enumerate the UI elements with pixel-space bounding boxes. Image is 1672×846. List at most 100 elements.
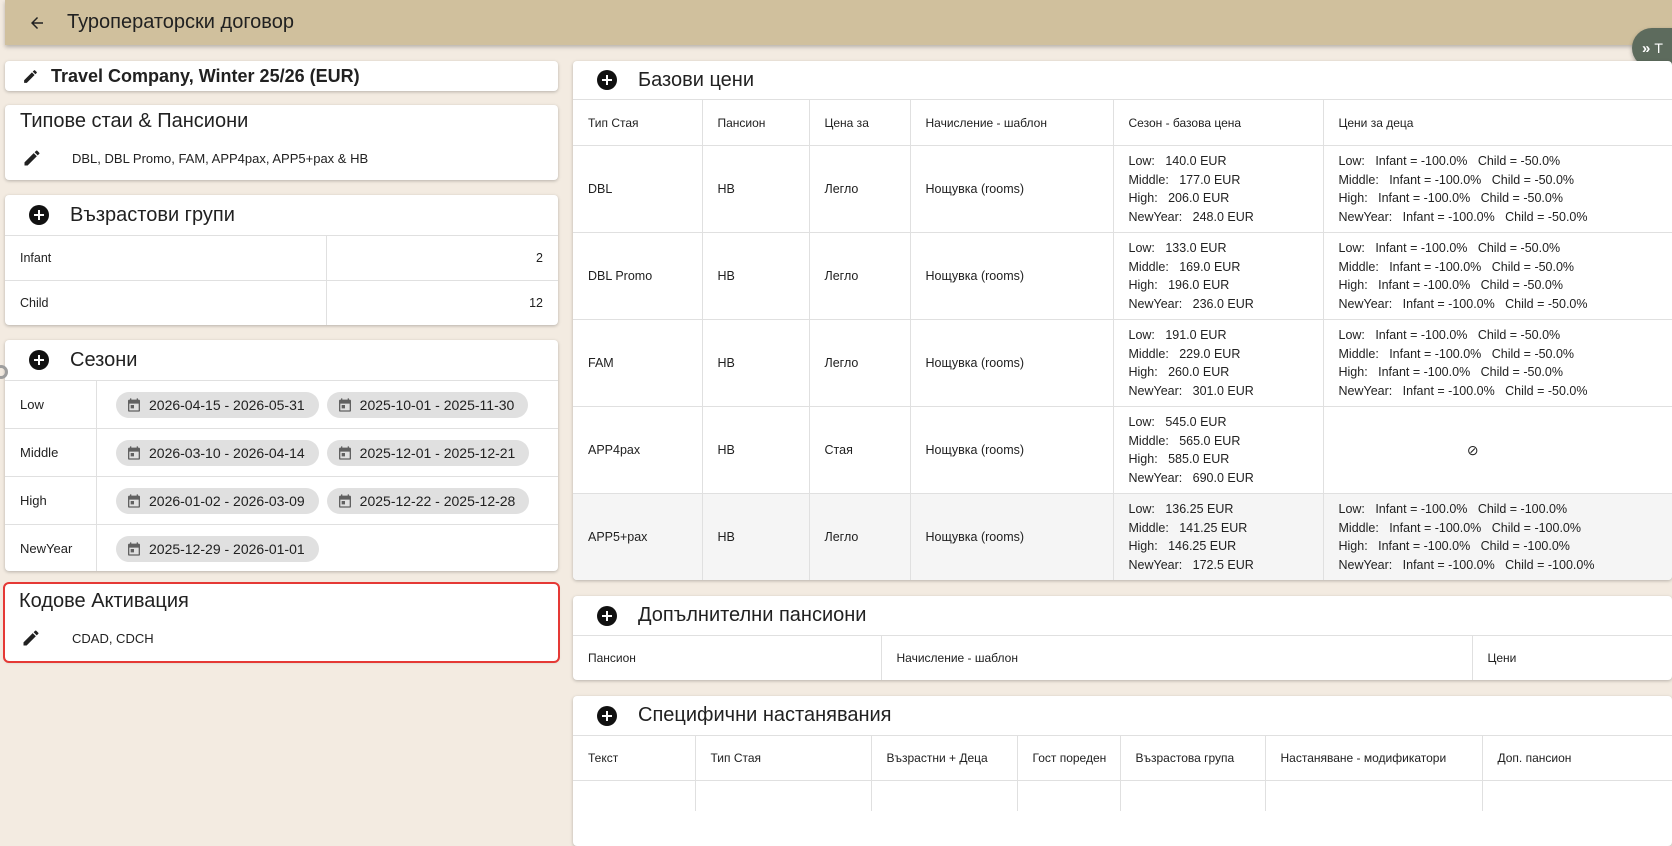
room-types-card: Типове стаи & Пансиони DBL, DBL Promo, F…	[5, 105, 558, 180]
template-cell: Нощувка (rooms)	[910, 232, 1114, 320]
price-for-cell: Стая	[809, 406, 911, 494]
add-circle-icon[interactable]	[29, 205, 49, 225]
edit-icon[interactable]	[22, 148, 42, 168]
seasons-card: Сезони Low 2026-04-15 - 2026-05-31 2025-…	[5, 340, 558, 571]
season-price-line: NewYear: 690.0 EUR	[1128, 470, 1254, 485]
child-price-line: NewYear: Infant = -100.0% Child = -100.0…	[1338, 557, 1595, 572]
table-header-row: Пансион Начисление - шаблон Цени	[573, 635, 1672, 680]
date-range-label: 2025-12-22 - 2025-12-28	[359, 492, 516, 509]
table-row[interactable]: APP5+pax HB Легло Нощувка (rooms) Low: 1…	[573, 493, 1672, 580]
table-row[interactable]: DBL HB Легло Нощувка (rooms) Low: 140.0 …	[573, 145, 1672, 233]
board-cell: HB	[702, 145, 810, 233]
season-price-line: NewYear: 236.0 EUR	[1128, 296, 1254, 311]
calendar-icon	[338, 445, 351, 460]
price-for-cell: Легло	[809, 319, 911, 407]
date-range-label: 2026-04-15 - 2026-05-31	[149, 396, 305, 413]
edit-icon[interactable]	[21, 628, 41, 648]
table-row[interactable]	[573, 780, 1672, 811]
specific-accommodations-title: Специфични настанявания	[638, 704, 892, 726]
date-range-chip[interactable]: 2025-10-01 - 2025-11-30	[326, 391, 529, 418]
table-cell	[1120, 780, 1266, 811]
child-price-line: Middle: Infant = -100.0% Child = -50.0%	[1338, 172, 1575, 187]
season-price-line: High: 260.0 EUR	[1128, 365, 1230, 379]
child-price-line: Low: Infant = -100.0% Child = -50.0%	[1338, 328, 1561, 342]
season-prices-cell: Low: 140.0 EUR Middle: 177.0 EUR High: 206…	[1113, 145, 1324, 233]
child-price-line: Low: Infant = -100.0% Child = -100.0%	[1338, 502, 1568, 517]
date-range-chip[interactable]: 2026-01-02 - 2026-03-09	[116, 487, 319, 514]
date-range-chip[interactable]: 2025-12-29 - 2026-01-01	[116, 535, 319, 562]
calendar-icon	[128, 445, 140, 460]
child-price-line: High: Infant = -100.0% Child = -50.0%	[1338, 365, 1563, 379]
age-group-value: 12	[326, 280, 558, 325]
double-chevron-right-icon: »	[1642, 39, 1651, 57]
app-bar: Туроператорски договор	[5, 0, 1672, 45]
table-row[interactable]: FAM HB Легло Нощувка (rooms) Low: 191.0 …	[573, 319, 1672, 407]
add-circle-icon[interactable]	[597, 70, 617, 90]
season-name: Middle	[5, 429, 97, 476]
table-header-row: Тип Стая Пансион Цена за Начисление - ша…	[573, 99, 1672, 146]
date-range-chip[interactable]: 2025-12-22 - 2025-12-28	[326, 487, 530, 514]
child-prices-cell: Low: Infant = -100.0% Child = -50.0% Midd…	[1323, 232, 1672, 320]
age-group-name: Infant	[5, 235, 327, 281]
extra-boards-title: Допълнителни пансиони	[638, 604, 867, 626]
column-header: Тип Стая	[695, 735, 872, 781]
column-header: Възрастни + Деца	[871, 735, 1018, 781]
table-header-row: Текст Тип Стая Възрастни + Деца Гост пор…	[573, 735, 1672, 781]
template-cell: Нощувка (rooms)	[910, 319, 1114, 407]
child-price-line: Middle: Infant = -100.0% Child = -100.0%	[1338, 520, 1582, 535]
back-arrow-icon[interactable]	[27, 13, 47, 33]
edit-icon[interactable]	[22, 68, 39, 85]
room-type-cell: DBL	[573, 145, 703, 233]
add-circle-icon[interactable]	[29, 350, 49, 370]
season-price-line: Middle: 169.0 EUR	[1128, 259, 1241, 274]
season-price-line: High: 196.0 EUR	[1128, 278, 1230, 292]
column-header: Начисление - шаблон	[881, 635, 1473, 680]
table-row[interactable]: APP4pax HB Стая Нощувка (rooms) Low: 545…	[573, 406, 1672, 494]
child-price-line: Middle: Infant = -100.0% Child = -50.0%	[1338, 346, 1575, 361]
template-cell: Нощувка (rooms)	[910, 145, 1114, 233]
season-prices-cell: Low: 133.0 EUR Middle: 169.0 EUR High: 196…	[1113, 232, 1324, 320]
child-price-line: Low: Infant = -100.0% Child = -50.0%	[1338, 154, 1561, 168]
season-name: High	[5, 477, 97, 524]
child-price-line: Low: Infant = -100.0% Child = -50.0%	[1338, 241, 1561, 255]
add-circle-icon[interactable]	[597, 605, 617, 626]
date-range-label: 2025-10-01 - 2025-11-30	[359, 396, 515, 413]
season-prices-cell: Low: 136.25 EUR Middle: 141.25 EUR High: 1…	[1113, 493, 1324, 580]
season-price-line: NewYear: 301.0 EUR	[1128, 383, 1254, 398]
child-prices-cell: ⊘	[1323, 406, 1672, 494]
table-row[interactable]: DBL Promo HB Легло Нощувка (rooms) Low: …	[573, 232, 1672, 320]
date-range-chip[interactable]: 2026-04-15 - 2026-05-31	[116, 391, 319, 418]
base-prices-card: Базови цени Тип Стая Пансион Цена за Нач…	[573, 61, 1672, 580]
board-cell: HB	[702, 232, 810, 320]
season-price-line: Low: 133.0 EUR	[1128, 241, 1227, 255]
age-groups-table: Infant 2 Child 12	[5, 235, 558, 325]
season-price-line: Middle: 177.0 EUR	[1128, 172, 1241, 187]
season-row: NewYear 2025-12-29 - 2026-01-01	[5, 524, 558, 571]
column-header: Настаняване - модификатори	[1265, 735, 1483, 781]
child-price-line: NewYear: Infant = -100.0% Child = -50.0%	[1338, 209, 1588, 224]
date-range-chip[interactable]: 2025-12-01 - 2025-12-21	[326, 439, 530, 466]
season-name: NewYear	[5, 525, 97, 571]
child-prices-cell: Low: Infant = -100.0% Child = -50.0% Midd…	[1323, 145, 1672, 233]
specific-accommodations-table: Текст Тип Стая Възрастни + Деца Гост пор…	[573, 735, 1672, 811]
price-for-cell: Легло	[809, 145, 911, 233]
template-cell: Нощувка (rooms)	[910, 406, 1114, 494]
child-price-line: NewYear: Infant = -100.0% Child = -50.0%	[1338, 383, 1588, 398]
season-price-line: Low: 136.25 EUR	[1128, 502, 1234, 517]
column-header: Начисление - шаблон	[910, 99, 1114, 146]
season-price-line: High: 585.0 EUR	[1128, 452, 1230, 466]
season-prices-cell: Low: 545.0 EUR Middle: 565.0 EUR High: 585…	[1113, 406, 1324, 494]
age-groups-card: Възрастови групи Infant 2 Child 12	[5, 195, 558, 325]
date-range-chip[interactable]: 2026-03-10 - 2026-04-14	[116, 439, 319, 466]
season-price-line: High: 146.25 EUR	[1128, 539, 1237, 554]
add-circle-icon[interactable]	[597, 705, 617, 726]
column-header: Цени	[1472, 635, 1672, 680]
table-cell	[573, 780, 696, 811]
table-cell	[1017, 780, 1121, 811]
season-price-line: High: 206.0 EUR	[1128, 191, 1230, 205]
date-range-label: 2025-12-01 - 2025-12-21	[359, 444, 516, 461]
activation-codes-title: Кодове Активация	[19, 590, 189, 612]
room-type-cell: FAM	[573, 319, 703, 407]
specific-accommodations-card: Специфични настанявания Текст Тип Стая В…	[573, 696, 1672, 846]
table-cell	[695, 780, 872, 811]
